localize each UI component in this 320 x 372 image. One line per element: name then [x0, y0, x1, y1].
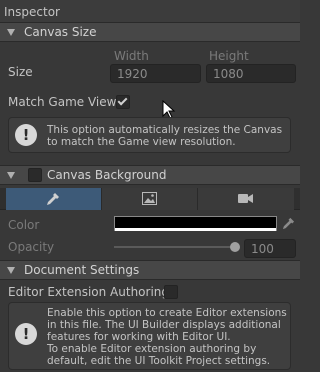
section-title: Canvas Size	[24, 25, 97, 39]
height-field[interactable]: 1080	[206, 64, 296, 83]
foldout-arrow-icon[interactable]	[7, 267, 15, 274]
match-game-view-label: Match Game View	[8, 95, 117, 109]
tab-color[interactable]	[6, 188, 102, 210]
color-field[interactable]	[114, 216, 277, 231]
opacity-label: Opacity	[8, 240, 55, 254]
info-icon: !	[15, 124, 37, 146]
opacity-slider-track[interactable]	[114, 246, 238, 248]
eyedropper-icon[interactable]	[282, 217, 295, 230]
height-label: Height	[209, 49, 249, 63]
helpbox-text: This option automatically resizes the Ca…	[47, 124, 283, 148]
match-game-view-helpbox: ! This option automatically resizes the …	[8, 117, 291, 153]
window-title: Inspector	[4, 5, 60, 19]
width-field[interactable]: 1920	[110, 64, 201, 83]
helpbox-text: Enable this option to create Editor exte…	[47, 307, 287, 367]
eyedropper-icon	[47, 193, 59, 205]
image-icon	[142, 192, 157, 205]
section-header-document-settings[interactable]: Document Settings	[0, 260, 300, 280]
opacity-slider-thumb[interactable]	[230, 242, 240, 252]
section-header-canvas-background[interactable]: Canvas Background	[0, 165, 300, 185]
size-label: Size	[8, 65, 33, 79]
section-title: Canvas Background	[47, 168, 167, 182]
background-mode-tabs	[0, 188, 300, 210]
canvas-background-checkbox[interactable]	[28, 168, 42, 182]
inspector-title-bar: Inspector	[0, 0, 300, 22]
tab-camera[interactable]	[198, 188, 294, 210]
color-alpha-bar	[115, 228, 276, 231]
foldout-arrow-icon[interactable]	[7, 172, 15, 179]
editor-extension-authoring-checkbox[interactable]	[164, 285, 178, 299]
foldout-arrow-icon[interactable]	[7, 29, 15, 36]
editor-extension-helpbox: ! Enable this option to create Editor ex…	[8, 302, 291, 370]
editor-extension-authoring-label: Editor Extension Authoring	[8, 285, 170, 299]
opacity-field[interactable]: 100	[244, 239, 296, 258]
camera-icon	[238, 194, 253, 203]
tab-image[interactable]	[102, 188, 198, 210]
info-icon: !	[15, 323, 37, 345]
match-game-view-checkbox[interactable]	[116, 95, 130, 109]
section-title: Document Settings	[24, 263, 140, 277]
section-header-canvas-size[interactable]: Canvas Size	[0, 22, 300, 42]
checkmark-icon	[117, 95, 128, 106]
width-label: Width	[114, 49, 149, 63]
color-label: Color	[8, 218, 40, 232]
